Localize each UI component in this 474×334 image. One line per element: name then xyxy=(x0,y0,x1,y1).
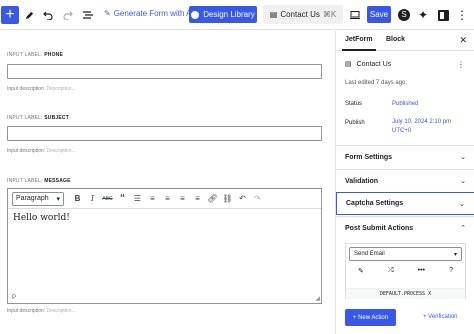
settings-sidebar-toggle-icon[interactable] xyxy=(436,0,450,30)
chevron-down-icon: ⌄ xyxy=(460,154,466,161)
help-icon[interactable]: ? xyxy=(449,267,453,275)
status-label: Status xyxy=(345,101,363,107)
unlink-icon[interactable]: ⛓︎ xyxy=(220,192,235,206)
field-label-phone: INPUT LABEL: PHONE xyxy=(7,52,64,58)
format-select[interactable]: Paragraph ▾ xyxy=(12,191,64,206)
doc-title: Contact Us xyxy=(280,10,320,19)
library-icon xyxy=(191,10,200,19)
panel-post-submit-actions[interactable]: Post Submit Actions ⌃ xyxy=(336,216,474,239)
doc-shortcut: ⌘K xyxy=(322,10,337,19)
post-submit-action-card: Send Email ▾ ✎ ⤮ ••• ? DEFAULT.PROCESS X xyxy=(345,243,466,299)
tab-jetform[interactable]: JetForm xyxy=(342,36,376,51)
editor-toolbar: Paragraph ▾ B I ABC “ ☰ ≡ ≡ ≡ ≡ 🔗︎ ⛓︎ ↶ ↷ xyxy=(8,189,321,209)
sparkle-icon[interactable]: ✦ xyxy=(416,0,430,30)
strikethrough-icon[interactable]: ABC xyxy=(100,192,115,206)
editor-content[interactable]: Hello world! xyxy=(8,209,321,227)
more-options-icon[interactable]: ⋮ xyxy=(457,60,465,69)
redo-editor-icon[interactable]: ↷ xyxy=(250,192,265,206)
bullet-list-icon[interactable]: ☰ xyxy=(130,192,145,206)
redo-icon[interactable] xyxy=(61,0,75,30)
italic-icon[interactable]: I xyxy=(85,192,100,206)
edit-pencil-icon[interactable]: ✎ xyxy=(358,267,364,275)
add-verification-link[interactable]: + Verification xyxy=(423,314,458,320)
field-description-subject[interactable]: Input description: Description... xyxy=(7,148,76,154)
field-description-message[interactable]: Input description: Description... xyxy=(7,308,76,314)
document-icon: ▤ xyxy=(345,61,352,68)
last-edited-text: Last edited 7 days ago. xyxy=(345,80,408,86)
design-library-button[interactable]: Design Library xyxy=(189,6,257,23)
jetform-logo-icon[interactable]: S xyxy=(397,0,411,30)
message-rich-text-editor[interactable]: Paragraph ▾ B I ABC “ ☰ ≡ ≡ ≡ ≡ 🔗︎ ⛓︎ ↶ ↷… xyxy=(7,188,322,304)
magic-wand-icon: ✎ xyxy=(104,9,111,18)
status-value[interactable]: Published xyxy=(392,100,418,109)
field-label-message: INPUT LABEL: MESSAGE xyxy=(7,178,71,184)
save-button[interactable]: Save xyxy=(367,6,391,23)
subject-input[interactable] xyxy=(7,126,322,141)
resize-handle-icon[interactable]: ◢ xyxy=(315,295,320,302)
options-menu-icon[interactable]: ⋮ xyxy=(455,0,469,30)
align-right-icon[interactable]: ≡ xyxy=(190,192,205,206)
top-toolbar: + ✎ Generate Form with AI Design Library… xyxy=(0,0,474,30)
document-title-bar[interactable]: ▤ Contact Us ⌘K xyxy=(263,5,343,24)
panel-form-settings[interactable]: Form Settings ⌄ xyxy=(336,145,474,168)
shuffle-icon[interactable]: ⤮ xyxy=(388,267,394,275)
field-label-subject: INPUT LABEL: SUBJECT xyxy=(7,115,69,121)
tab-block[interactable]: Block xyxy=(386,36,405,43)
link-icon[interactable]: 🔗︎ xyxy=(205,192,220,206)
blockquote-icon[interactable]: “ xyxy=(115,192,130,206)
preview-device-icon[interactable] xyxy=(348,0,362,30)
design-library-label: Design Library xyxy=(203,10,255,19)
phone-input[interactable] xyxy=(7,64,322,79)
chevron-up-icon: ⌃ xyxy=(460,225,466,232)
chevron-down-icon: ⌄ xyxy=(459,200,465,208)
more-dots-icon[interactable]: ••• xyxy=(418,267,425,275)
align-left-icon[interactable]: ≡ xyxy=(160,192,175,206)
action-type-select[interactable]: Send Email ▾ xyxy=(349,247,462,261)
publish-label: Publish xyxy=(345,120,365,126)
generate-form-label: Generate Form with AI xyxy=(113,9,194,18)
numbered-list-icon[interactable]: ≡ xyxy=(145,192,160,206)
settings-sidebar: JetForm Block ✕ ▤ Contact Us ⋮ Last edit… xyxy=(335,31,474,334)
chevron-down-icon: ▾ xyxy=(453,251,457,258)
document-icon: ▤ xyxy=(269,10,278,19)
undo-icon[interactable] xyxy=(41,0,55,30)
undo-editor-icon[interactable]: ↶ xyxy=(235,192,250,206)
editor-canvas: INPUT LABEL: PHONE Input description: De… xyxy=(0,31,334,334)
new-action-button[interactable]: + New Action xyxy=(345,309,396,326)
sidebar-tabs: JetForm Block ✕ xyxy=(336,31,474,51)
editor-path: P xyxy=(12,295,17,301)
sidebar-document-row: ▤ Contact Us xyxy=(345,60,392,69)
chevron-down-icon: ▾ xyxy=(56,195,60,203)
remove-event-icon[interactable]: X xyxy=(428,291,431,297)
sidebar-doc-title: Contact Us xyxy=(356,60,392,68)
close-icon[interactable]: ✕ xyxy=(459,35,467,46)
panel-captcha-settings[interactable]: Captcha Settings ⌄ xyxy=(336,192,474,215)
add-block-button[interactable]: + xyxy=(1,6,19,24)
field-description-phone[interactable]: Input description: Description... xyxy=(7,86,76,92)
publish-value[interactable]: July 10, 2024 2:10 pm UTC+0 xyxy=(392,118,451,136)
chevron-down-icon: ⌄ xyxy=(460,178,466,185)
generate-form-ai-button[interactable]: ✎ Generate Form with AI xyxy=(104,9,194,18)
pencil-icon[interactable] xyxy=(22,0,36,30)
bold-icon[interactable]: B xyxy=(70,192,85,206)
panel-validation[interactable]: Validation ⌄ xyxy=(336,169,474,192)
document-overview-icon[interactable] xyxy=(81,0,95,30)
action-event-tag: DEFAULT.PROCESS X xyxy=(346,288,465,299)
action-icons-row: ✎ ⤮ ••• ? xyxy=(346,267,465,275)
align-center-icon[interactable]: ≡ xyxy=(175,192,190,206)
